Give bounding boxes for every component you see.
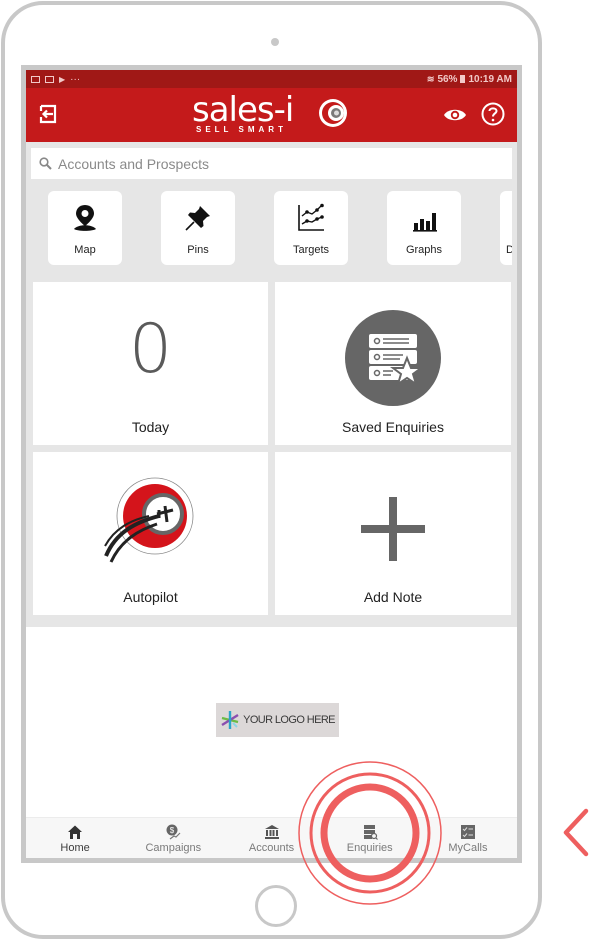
autopilot-tile[interactable]: Autopilot	[33, 452, 268, 615]
search-input[interactable]: Accounts and Prospects	[31, 148, 512, 179]
saved-enquiries-label: Saved Enquiries	[342, 419, 444, 435]
nav-mycalls[interactable]: MyCalls	[419, 818, 517, 858]
enquiries-icon	[363, 825, 378, 840]
svg-text:$: $	[170, 826, 175, 835]
shortcut-strip[interactable]: Map Pins Targets Graphs	[26, 191, 517, 267]
logo-mark-icon	[221, 711, 239, 729]
app-header: sales-i SELL SMART	[26, 88, 517, 142]
bottom-nav: Home $ Campaigns Accounts Enquiries MyCa…	[26, 817, 517, 858]
wifi-icon: ≋	[426, 73, 435, 84]
nav-label: Accounts	[248, 842, 295, 854]
clock: 10:19 AM	[468, 73, 512, 85]
nav-label: Home	[60, 842, 90, 854]
shortcut-graphs[interactable]: Graphs	[387, 191, 461, 265]
chevron-left-icon[interactable]	[560, 805, 590, 860]
battery-percent: 56%	[437, 73, 458, 85]
nav-label: Enquiries	[346, 842, 393, 854]
nav-enquiries[interactable]: Enquiries	[321, 818, 419, 858]
battery-icon	[460, 75, 466, 83]
shortcut-label: Map	[74, 244, 96, 256]
campaigns-icon: $	[166, 824, 181, 840]
nav-accounts[interactable]: Accounts	[222, 818, 320, 858]
add-note-tile[interactable]: Add Note	[275, 452, 511, 615]
pushpin-icon	[185, 206, 210, 231]
home-icon	[68, 825, 83, 839]
sales-i-logo: sales-i SELL SMART	[192, 90, 352, 136]
plus-icon	[361, 497, 425, 561]
shortcut-label: Graphs	[405, 244, 443, 256]
map-pin-icon	[74, 205, 96, 231]
overflow-indicator: ···	[70, 73, 81, 85]
exit-icon[interactable]	[38, 104, 58, 124]
shortcut-pins[interactable]: Pins	[161, 191, 235, 265]
nav-home[interactable]: Home	[26, 818, 124, 858]
brand-mark-icon	[319, 99, 347, 127]
line-chart-icon	[298, 203, 324, 231]
saved-enquiries-tile[interactable]: Saved Enquiries	[275, 282, 511, 445]
app-screen: ▶ ··· ≋ 56% 10:19 AM sales-i SELL SMART	[21, 65, 522, 863]
shortcut-label: Pins	[187, 244, 209, 256]
shortcut-partial[interactable]: D	[500, 191, 512, 265]
search-placeholder: Accounts and Prospects	[58, 155, 209, 172]
today-label: Today	[131, 419, 170, 435]
status-bar: ▶ ··· ≋ 56% 10:19 AM	[26, 70, 517, 88]
nav-label: MyCalls	[448, 842, 488, 854]
device-home-button[interactable]	[255, 885, 297, 927]
search-icon	[39, 157, 52, 170]
autopilot-icon	[103, 477, 193, 563]
today-tile[interactable]: 0 Today	[33, 282, 268, 445]
shortcut-targets[interactable]: Targets	[274, 191, 348, 265]
today-count: 0	[128, 310, 173, 389]
bank-icon	[264, 825, 279, 839]
help-icon[interactable]	[481, 102, 505, 126]
company-logo: YOUR LOGO HERE	[216, 703, 339, 737]
checklist-icon	[460, 825, 475, 839]
nav-label: Campaigns	[145, 842, 202, 854]
camera-dot	[271, 38, 279, 46]
autopilot-label: Autopilot	[123, 589, 178, 605]
company-logo-text: YOUR LOGO HERE	[243, 714, 335, 726]
company-logo-area: YOUR LOGO HERE	[26, 627, 517, 817]
shortcut-label: Targets	[292, 244, 330, 256]
notification-icon	[45, 75, 54, 83]
brand-name: sales-i	[192, 90, 294, 130]
gallery-icon	[31, 75, 40, 83]
eye-icon[interactable]	[443, 107, 467, 123]
shortcut-label: D	[506, 244, 512, 256]
bar-chart-icon	[413, 213, 437, 232]
brand-tagline: SELL SMART	[196, 125, 287, 134]
add-note-label: Add Note	[363, 589, 423, 605]
shortcut-map[interactable]: Map	[48, 191, 122, 265]
play-icon: ▶	[59, 74, 66, 84]
nav-campaigns[interactable]: $ Campaigns	[124, 818, 222, 858]
saved-enquiries-icon	[345, 310, 441, 406]
